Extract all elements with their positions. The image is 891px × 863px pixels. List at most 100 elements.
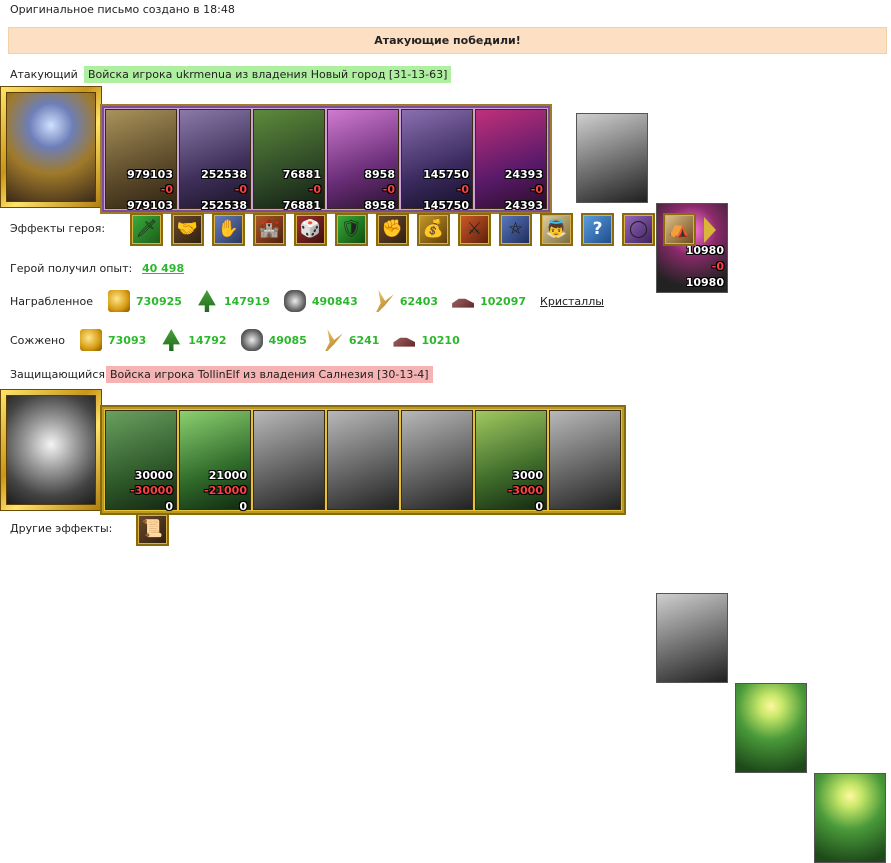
unit-loss: -0 [382, 183, 395, 196]
hero-image [6, 92, 96, 202]
unit-loss: -3000 [507, 484, 543, 497]
attacker-unit-strip: 979103 -0 979103 252538 -0 252538 76881 … [100, 104, 552, 214]
wheat-icon [325, 329, 343, 351]
attacker-hero-portrait[interactable] [0, 86, 102, 208]
wood-icon [162, 329, 181, 351]
fortress-icon[interactable]: 🏰 [253, 213, 286, 246]
defender-unit-5[interactable] [401, 410, 473, 510]
unit-loss: -0 [456, 183, 469, 196]
defender-hero-portrait[interactable] [0, 389, 102, 511]
experience-value[interactable]: 40 498 [142, 262, 184, 275]
unit-remaining: 0 [535, 500, 543, 513]
defender-unit-7[interactable] [549, 410, 621, 510]
tent-icon[interactable]: ⛺ [663, 213, 696, 246]
defender-label: Защищающийся [10, 368, 105, 381]
gem-icon [452, 298, 475, 308]
unit-remaining: 145750 [423, 199, 469, 212]
rewarded-ore: 490843 [311, 294, 358, 308]
attacker-unit-4[interactable]: 8958 -0 8958 [327, 109, 399, 212]
question-icon[interactable]: ? [581, 213, 614, 246]
unit-count: 21000 [208, 469, 247, 482]
wood-icon [198, 290, 216, 312]
attacker-label: Атакующий [10, 68, 78, 81]
attacker-unit-3[interactable]: 76881 -0 76881 [253, 109, 325, 212]
rewarded-label: Награбленное [10, 294, 93, 308]
unit-count: 145750 [423, 168, 469, 181]
unit-remaining: 252538 [201, 199, 247, 212]
hand-icon[interactable]: ✋ [212, 213, 245, 246]
unit-loss: -0 [234, 183, 247, 196]
unit-count: 3000 [512, 469, 543, 482]
handshake-sword-icon[interactable]: 🤝 [171, 213, 204, 246]
unit-remaining: 10980 [685, 276, 724, 289]
rewarded-gems: 102097 [480, 294, 527, 308]
hero-effects-row: 🗡 🤝 ✋ 🏰 🎲 🛡 ✊ 💰 ⚔ ⛤ 👼 ? ◯ ⛺ [130, 213, 716, 246]
attacker-unit-6[interactable]: 24393 -0 24393 [475, 109, 547, 212]
rewarded-wood: 147919 [223, 294, 270, 308]
defender-extra-unit-3[interactable] [814, 773, 886, 863]
defender-unit-1[interactable]: 30000 -30000 0 [105, 410, 177, 513]
burned-wheat: 6241 [348, 333, 380, 347]
defender-unit-strip: 30000 -30000 0 21000 -21000 0 3000 -3000… [100, 405, 626, 515]
unit-loss: -30000 [130, 484, 173, 497]
unit-remaining: 24393 [504, 199, 543, 212]
unit-count: 8958 [364, 168, 395, 181]
battle-result-banner: Атакующие победили! [8, 27, 887, 54]
defender-unit-4[interactable] [327, 410, 399, 510]
rewarded-row: Награбленное 730925 147919 490843 62403 … [10, 290, 604, 312]
burned-ore: 49085 [268, 333, 307, 347]
defender-unit-3[interactable] [253, 410, 325, 510]
unit-remaining: 8958 [364, 199, 395, 212]
unit-count: 30000 [134, 469, 173, 482]
defender-extra-unit-1[interactable] [656, 593, 728, 683]
angel-icon[interactable]: 👼 [540, 213, 573, 246]
defender-extra-unit-2[interactable] [735, 683, 807, 773]
experience-label: Герой получил опыт: [10, 262, 133, 275]
unit-count: 76881 [282, 168, 321, 181]
gold-bag-icon[interactable]: 💰 [417, 213, 450, 246]
unit-count: 252538 [201, 168, 247, 181]
crystals-link[interactable]: Кристаллы [540, 295, 604, 308]
burned-row: Сожжено 73093 14792 49085 6241 10210 [10, 329, 474, 351]
pentagram-icon[interactable]: ⛤ [499, 213, 532, 246]
rewarded-gold: 730925 [136, 294, 182, 308]
burned-label: Сожжено [10, 333, 65, 347]
unit-count: 24393 [504, 168, 543, 181]
armor-icon[interactable]: ⚔ [458, 213, 491, 246]
gold-icon [80, 329, 102, 351]
sword-icon[interactable]: 🗡 [130, 213, 163, 246]
dice-icon[interactable]: 🎲 [294, 213, 327, 246]
unit-loss: -21000 [204, 484, 247, 497]
unit-remaining: 979103 [127, 199, 173, 212]
wheat-icon [376, 290, 394, 312]
defender-army-desc: Войска игрока TollinElf из владения Салн… [106, 366, 433, 383]
ore-icon [283, 290, 306, 312]
hand-shield-icon[interactable]: ✊ [376, 213, 409, 246]
hero-image [6, 395, 96, 505]
hero-effects-label: Эффекты героя: [10, 222, 106, 235]
attacker-unit-2[interactable]: 252538 -0 252538 [179, 109, 251, 212]
unit-loss: -0 [530, 183, 543, 196]
letter-created-text: Оригинальное письмо создано в 18:48 [10, 3, 235, 16]
unit-loss: -0 [160, 183, 173, 196]
effects-scroll-right-arrow-icon[interactable] [704, 213, 716, 246]
rewarded-wheat: 62403 [399, 294, 439, 308]
unit-remaining: 76881 [282, 199, 321, 212]
burned-gold: 73093 [108, 333, 147, 347]
gem-icon [393, 337, 416, 347]
gold-icon [108, 290, 130, 312]
attacker-army-desc: Войска игрока ukrmenua из владения Новый… [84, 66, 452, 83]
unit-remaining: 0 [165, 500, 173, 513]
unit-loss: -0 [308, 183, 321, 196]
defender-unit-2[interactable]: 21000 -21000 0 [179, 410, 251, 513]
attacker-extra-unit-1[interactable] [576, 113, 648, 203]
attacker-unit-1[interactable]: 979103 -0 979103 [105, 109, 177, 212]
other-effects-label: Другие эффекты: [10, 522, 113, 535]
scroll-effect-icon[interactable]: 📜 [136, 513, 169, 546]
attacker-unit-5[interactable]: 145750 -0 145750 [401, 109, 473, 212]
shield-icon[interactable]: 🛡 [335, 213, 368, 246]
ring-icon[interactable]: ◯ [622, 213, 655, 246]
burned-wood: 14792 [188, 333, 227, 347]
unit-count: 979103 [127, 168, 173, 181]
defender-unit-6[interactable]: 3000 -3000 0 [475, 410, 547, 513]
